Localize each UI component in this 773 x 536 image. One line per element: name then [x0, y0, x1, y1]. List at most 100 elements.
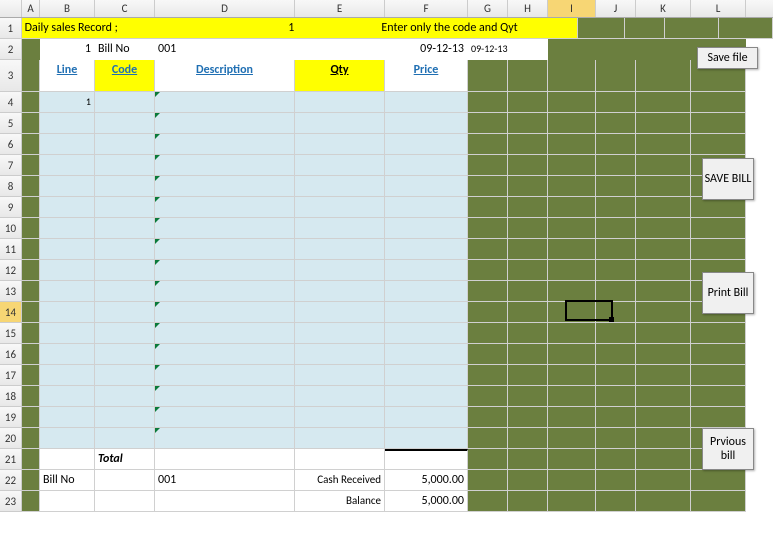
cell[interactable]: [22, 449, 40, 470]
cell[interactable]: [22, 155, 40, 176]
line-cell[interactable]: [40, 386, 95, 407]
hdr-line[interactable]: Line: [40, 60, 95, 92]
cell[interactable]: [596, 260, 636, 281]
cell[interactable]: [155, 449, 295, 470]
total-value[interactable]: [385, 449, 468, 470]
col-header-g[interactable]: G: [468, 0, 508, 17]
desc-cell[interactable]: [155, 323, 295, 344]
cell[interactable]: [548, 218, 596, 239]
cell[interactable]: [468, 386, 508, 407]
cell[interactable]: [691, 134, 746, 155]
desc-cell[interactable]: [155, 113, 295, 134]
cell[interactable]: [596, 92, 636, 113]
cell[interactable]: [596, 218, 636, 239]
col-header-b[interactable]: B: [40, 0, 95, 17]
qty-cell[interactable]: [295, 134, 385, 155]
col-header-c[interactable]: C: [95, 0, 155, 17]
row-header-14[interactable]: 14: [0, 302, 22, 323]
cell[interactable]: [636, 449, 691, 470]
cell[interactable]: [22, 491, 40, 512]
cell[interactable]: [636, 60, 691, 92]
cell[interactable]: [468, 60, 508, 92]
cell[interactable]: [548, 491, 596, 512]
save-bill-button[interactable]: SAVE BILL: [702, 158, 754, 200]
cell[interactable]: [596, 386, 636, 407]
line-cell[interactable]: 1: [40, 92, 95, 113]
price-cell[interactable]: [385, 113, 468, 134]
cell[interactable]: [468, 92, 508, 113]
cell[interactable]: [508, 134, 548, 155]
cell[interactable]: [508, 386, 548, 407]
cell[interactable]: [578, 18, 625, 39]
row-header-5[interactable]: 5: [0, 113, 22, 134]
cell[interactable]: [22, 386, 40, 407]
cell[interactable]: [468, 197, 508, 218]
cell[interactable]: [596, 113, 636, 134]
code-cell[interactable]: [95, 113, 155, 134]
cell[interactable]: [596, 39, 636, 60]
cell[interactable]: [691, 323, 746, 344]
cell[interactable]: [22, 218, 40, 239]
cell[interactable]: [636, 239, 691, 260]
hdr-code[interactable]: Code: [95, 60, 155, 92]
desc-cell[interactable]: [155, 344, 295, 365]
qty-cell[interactable]: [295, 260, 385, 281]
cell[interactable]: [548, 92, 596, 113]
cell[interactable]: [22, 60, 40, 92]
qty-cell[interactable]: [295, 407, 385, 428]
note-cell[interactable]: Enter only the code and Qyt: [378, 18, 578, 39]
row-header-15[interactable]: 15: [0, 323, 22, 344]
cell[interactable]: [691, 197, 746, 218]
cell[interactable]: [596, 134, 636, 155]
billno-label[interactable]: Bill No: [95, 39, 155, 60]
cell[interactable]: [508, 197, 548, 218]
cell[interactable]: [508, 281, 548, 302]
cell[interactable]: [508, 60, 548, 92]
desc-cell[interactable]: [155, 134, 295, 155]
cell[interactable]: [508, 239, 548, 260]
cell[interactable]: [468, 302, 508, 323]
row-header-18[interactable]: 18: [0, 386, 22, 407]
code-cell[interactable]: [95, 155, 155, 176]
price-cell[interactable]: [385, 386, 468, 407]
qty-cell[interactable]: [295, 239, 385, 260]
code-cell[interactable]: [95, 323, 155, 344]
price-cell[interactable]: [385, 134, 468, 155]
cell[interactable]: [636, 39, 691, 60]
cell[interactable]: [636, 302, 691, 323]
code-cell[interactable]: [95, 407, 155, 428]
cell[interactable]: [22, 365, 40, 386]
qty-cell[interactable]: [295, 176, 385, 197]
cell[interactable]: [468, 449, 508, 470]
cell[interactable]: [596, 155, 636, 176]
qty-cell[interactable]: [295, 302, 385, 323]
code-cell[interactable]: [95, 176, 155, 197]
cell[interactable]: [636, 176, 691, 197]
hdr-desc[interactable]: Description: [155, 60, 295, 92]
desc-cell[interactable]: [155, 386, 295, 407]
hdr-qty[interactable]: Qty: [295, 60, 385, 92]
balance-value[interactable]: 5,000.00: [385, 491, 468, 512]
total-label[interactable]: Total: [95, 449, 155, 470]
cell[interactable]: [22, 407, 40, 428]
cell[interactable]: [508, 260, 548, 281]
cell[interactable]: [691, 386, 746, 407]
cell[interactable]: [548, 60, 596, 92]
col-header-j[interactable]: J: [596, 0, 636, 17]
cell[interactable]: [691, 113, 746, 134]
cell[interactable]: [508, 92, 548, 113]
cell[interactable]: [548, 239, 596, 260]
cell[interactable]: [636, 281, 691, 302]
cell[interactable]: [468, 470, 508, 491]
cell[interactable]: [548, 470, 596, 491]
cell[interactable]: [548, 449, 596, 470]
cell[interactable]: [468, 218, 508, 239]
cell[interactable]: [636, 323, 691, 344]
qty-cell[interactable]: [295, 344, 385, 365]
balance-label[interactable]: Balance: [295, 491, 385, 512]
cell[interactable]: [468, 155, 508, 176]
qty-cell[interactable]: [295, 428, 385, 449]
cell[interactable]: [468, 323, 508, 344]
code-cell[interactable]: [95, 197, 155, 218]
qty-cell[interactable]: [295, 92, 385, 113]
